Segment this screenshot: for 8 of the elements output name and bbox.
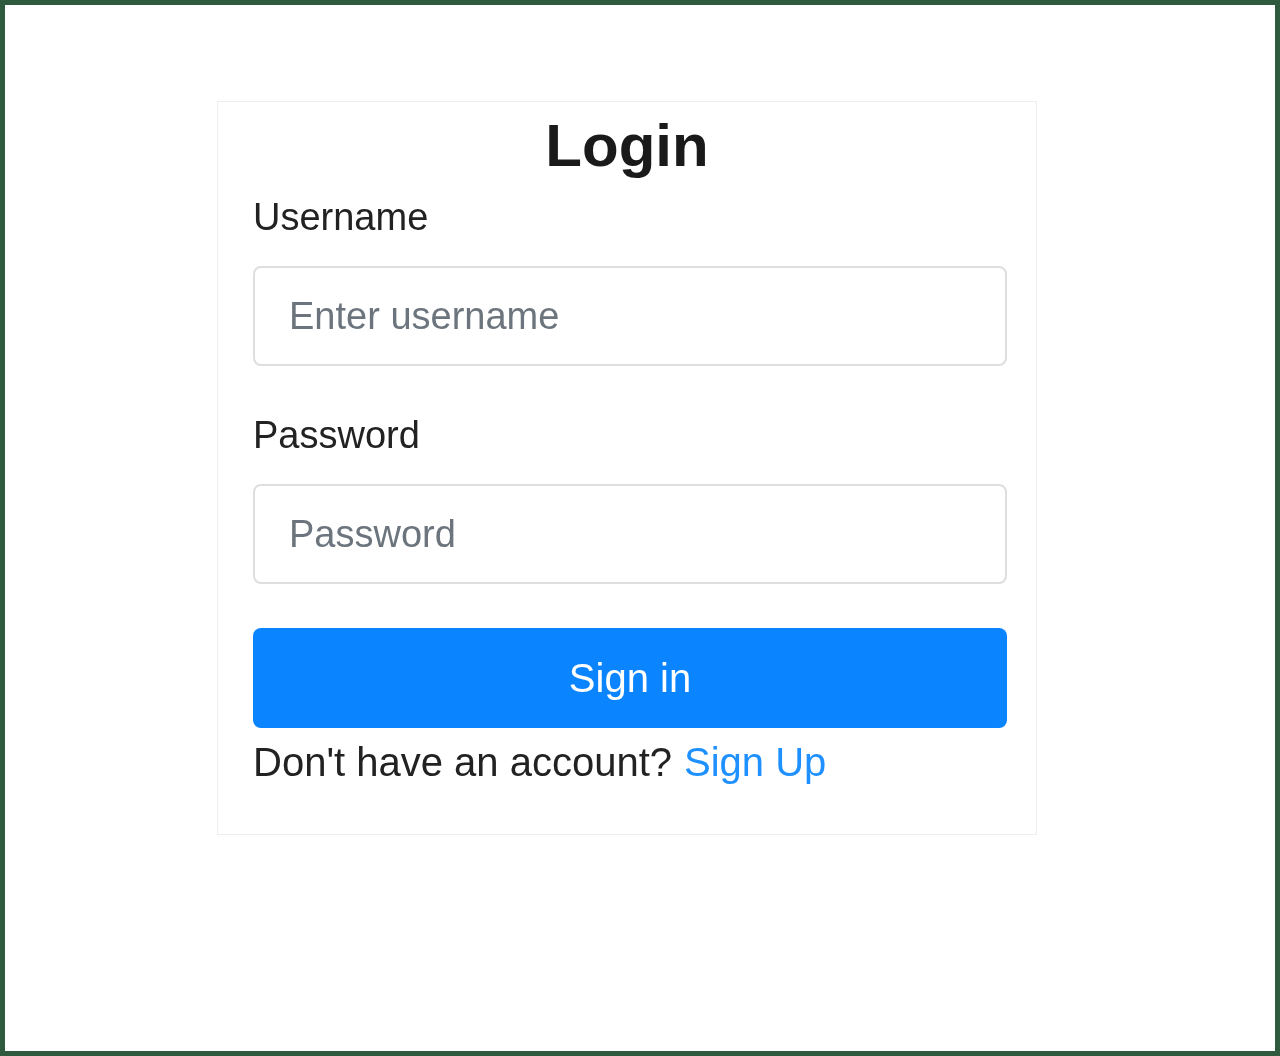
field-label: Password [253,416,420,454]
sign-in-button[interactable]: Sign in [253,628,1007,728]
input-field[interactable]: Password [253,484,1007,584]
sign-up-link[interactable]: Sign Up [684,742,827,782]
field-label: Username [253,198,429,236]
login-title: Login [545,116,709,176]
signup-prompt: Don't have an account? [253,742,673,782]
input-field[interactable]: Enter username [253,266,1007,366]
